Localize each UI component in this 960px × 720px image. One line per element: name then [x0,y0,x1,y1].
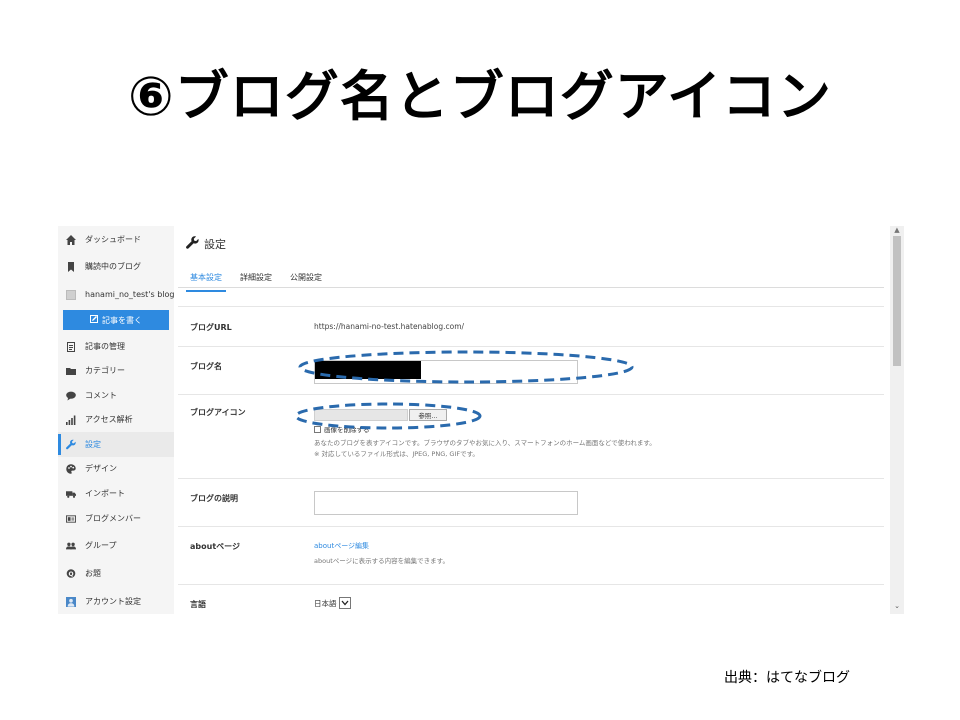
comment-icon [66,391,76,401]
redacted-blog-name [315,361,421,379]
write-article-button[interactable]: 記事を書く [63,310,169,330]
wrench-icon [66,439,76,450]
home-icon [66,234,76,245]
bar-chart-icon [66,415,76,425]
row-blog-description: ブログの説明 [178,478,884,526]
settings-tabs: 基本設定 詳細設定 公開設定 [186,270,326,292]
settings-main: 設定 基本設定 詳細設定 公開設定 ブログURL https://hanami-… [174,226,890,614]
tabs-divider [178,287,884,288]
sidebar-item-design[interactable]: デザイン [58,456,174,481]
blog-name-label: ブログ名 [190,362,222,371]
page-header: 設定 [186,236,226,252]
blog-icon-label: ブログアイコン [190,408,246,417]
wrench-icon [186,236,199,252]
blog-url-label: ブログURL [190,323,232,332]
row-blog-name: ブログ名 [178,346,884,394]
scroll-down-arrow-icon[interactable]: ⌄ [892,602,902,612]
scroll-up-arrow-icon[interactable]: ▲ [892,226,902,236]
scrollbar[interactable]: ▲ ⌄ [890,226,904,614]
sidebar-item-comments[interactable]: コメント [58,383,174,408]
sidebar-item-dashboard[interactable]: ダッシュボード [58,227,174,252]
language-value: 日本語 [314,598,337,608]
svg-text:Q: Q [68,570,73,577]
row-about-page: aboutページ aboutページ編集 aboutページに表示する内容を編集でき… [178,526,884,584]
sidebar-item-members[interactable]: ブログメンバー [58,506,174,531]
blog-icon-note: あなたのブログを表すアイコンです。ブラウザのタブやお気に入り、スマートフォンのホ… [314,439,656,447]
row-blog-url: ブログURL https://hanami-no-test.hatenablog… [178,306,884,346]
page-title: 設定 [204,238,226,251]
delete-image-option[interactable]: 画像を削除する [314,424,370,434]
sidebar-item-topics[interactable]: Q お題 [58,561,174,586]
about-page-edit-link[interactable]: aboutページ編集 [314,541,369,551]
chevron-down-icon [338,597,351,609]
document-icon [66,341,76,352]
sidebar: ダッシュボード 購読中のブログ hanami_no_test's blog 記事… [58,226,174,614]
about-page-note: aboutページに表示する内容を編集できます。 [314,557,449,565]
source-credit: 出典：はてなブログ [724,670,850,686]
icon-file-field[interactable] [314,409,408,421]
member-card-icon [66,514,76,524]
bookmark-icon [66,261,76,272]
tab-basic-settings[interactable]: 基本設定 [186,270,226,292]
sidebar-item-categories[interactable]: カテゴリー [58,358,174,383]
sidebar-item-articles[interactable]: 記事の管理 [58,334,174,359]
screenshot: ダッシュボード 購読中のブログ hanami_no_test's blog 記事… [58,226,904,614]
tab-detailed-settings[interactable]: 詳細設定 [236,270,276,292]
blog-name-input[interactable] [314,360,578,384]
folder-icon [66,366,76,376]
sidebar-item-groups[interactable]: グループ [58,533,174,558]
scroll-thumb[interactable] [893,236,901,366]
blog-url-value: https://hanami-no-test.hatenablog.com/ [314,322,465,331]
delete-image-checkbox[interactable] [314,425,321,433]
edit-icon [90,315,98,325]
sidebar-item-settings[interactable]: 設定 [58,432,174,457]
browse-button[interactable]: 参照... [409,409,447,421]
blog-icon-format-note: ※ 対応しているファイル形式は、JPEG, PNG, GIFです。 [314,450,479,458]
sidebar-item-subscriptions[interactable]: 購読中のブログ [58,254,174,279]
group-icon [66,541,76,551]
topic-icon: Q [66,568,76,579]
sidebar-item-blog[interactable]: hanami_no_test's blog [58,282,174,307]
about-page-label: aboutページ [190,542,240,551]
tab-publish-settings[interactable]: 公開設定 [286,270,326,292]
sidebar-item-analytics[interactable]: アクセス解析 [58,407,174,432]
sidebar-item-account[interactable]: アカウント設定 [58,589,174,614]
slide-title: ⑥ブログ名とブログアイコン [127,65,833,128]
sidebar-item-import[interactable]: インポート [58,481,174,506]
blog-avatar-icon [66,289,76,300]
blog-description-label: ブログの説明 [190,494,238,503]
account-icon [66,596,76,607]
palette-icon [66,463,76,474]
language-select[interactable]: 日本語 [314,597,351,609]
row-blog-icon: ブログアイコン 参照... 画像を削除する あなたのブログを表すアイコンです。ブ… [178,394,884,478]
language-label: 言語 [190,600,206,609]
truck-icon [66,489,76,499]
blog-description-input[interactable] [314,491,578,515]
row-language: 言語 日本語 [178,584,884,614]
delete-image-label: 画像を削除する [324,426,370,434]
